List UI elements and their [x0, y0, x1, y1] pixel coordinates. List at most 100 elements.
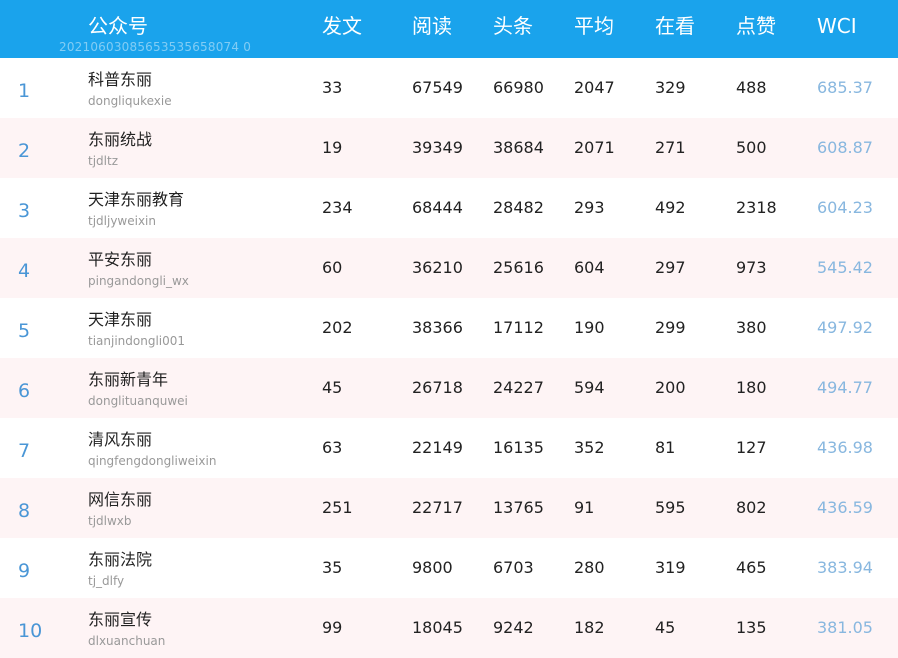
likes-cell: 2318: [736, 198, 777, 217]
reads-cell: 26718: [412, 378, 463, 397]
rank-cell: 8: [18, 500, 31, 522]
table-body: 1 科普东丽 dongliqukexie 33 67549 66980 2047…: [0, 58, 898, 658]
account-name: 平安东丽: [88, 250, 153, 269]
reads-cell: 36210: [412, 258, 463, 277]
reads-cell: 67549: [412, 78, 463, 97]
posts-cell: 63: [322, 438, 343, 457]
avg-cell: 2047: [574, 78, 615, 97]
account-id: donglituanquwei: [88, 394, 188, 408]
posts-cell: 19: [322, 138, 343, 157]
likes-cell: 135: [736, 618, 767, 637]
reads-cell: 22149: [412, 438, 463, 457]
avg-cell: 91: [574, 498, 595, 517]
watching-cell: 329: [655, 78, 686, 97]
header-likes: 点赞: [736, 14, 776, 38]
header-reads: 阅读: [412, 14, 452, 38]
account-name: 东丽法院: [88, 550, 153, 569]
top-cell: 66980: [493, 78, 544, 97]
avg-cell: 293: [574, 198, 605, 217]
top-cell: 16135: [493, 438, 544, 457]
header-watching: 在看: [655, 14, 695, 38]
avg-cell: 2071: [574, 138, 615, 157]
top-cell: 13765: [493, 498, 544, 517]
top-cell: 17112: [493, 318, 544, 337]
wci-cell: 497.92: [817, 318, 873, 337]
watching-cell: 299: [655, 318, 686, 337]
rank-cell: 3: [18, 200, 31, 222]
account-name: 天津东丽教育: [88, 190, 185, 209]
watching-cell: 45: [655, 618, 676, 637]
table-row: 10 东丽宣传 dlxuanchuan 99 18045 9242 182 45…: [0, 598, 898, 658]
watching-cell: 81: [655, 438, 676, 457]
likes-cell: 465: [736, 558, 767, 577]
account-id: qingfengdongliweixin: [88, 454, 217, 468]
account-name: 清风东丽: [88, 430, 153, 449]
rank-cell: 7: [18, 440, 31, 462]
posts-cell: 251: [322, 498, 353, 517]
wci-cell: 545.42: [817, 258, 873, 277]
wci-cell: 381.05: [817, 618, 873, 637]
account-id: tianjindongli001: [88, 334, 186, 348]
table-header: 公众号 发文 阅读 头条 平均 在看 点赞 WCI 20210603085653…: [0, 0, 898, 58]
posts-cell: 45: [322, 378, 343, 397]
watermark-text: 20210603085653535658074 0: [59, 40, 252, 54]
table-row: 6 东丽新青年 donglituanquwei 45 26718 24227 5…: [0, 358, 898, 418]
posts-cell: 234: [322, 198, 353, 217]
rank-cell: 2: [18, 140, 31, 162]
likes-cell: 500: [736, 138, 767, 157]
likes-cell: 973: [736, 258, 767, 277]
avg-cell: 594: [574, 378, 605, 397]
top-cell: 24227: [493, 378, 544, 397]
account-name: 东丽新青年: [88, 370, 169, 389]
account-name: 天津东丽: [88, 310, 153, 329]
table-row: 4 平安东丽 pingandongli_wx 60 36210 25616 60…: [0, 238, 898, 298]
top-cell: 25616: [493, 258, 544, 277]
top-cell: 28482: [493, 198, 544, 217]
top-cell: 9242: [493, 618, 534, 637]
watching-cell: 200: [655, 378, 686, 397]
ranking-table: 公众号 发文 阅读 头条 平均 在看 点赞 WCI 20210603085653…: [0, 0, 898, 658]
header-top: 头条: [493, 14, 533, 38]
top-cell: 38684: [493, 138, 544, 157]
wci-cell: 608.87: [817, 138, 873, 157]
reads-cell: 22717: [412, 498, 463, 517]
avg-cell: 280: [574, 558, 605, 577]
table-row: 5 天津东丽 tianjindongli001 202 38366 17112 …: [0, 298, 898, 358]
reads-cell: 39349: [412, 138, 463, 157]
avg-cell: 190: [574, 318, 605, 337]
likes-cell: 488: [736, 78, 767, 97]
rank-cell: 6: [18, 380, 31, 402]
rank-cell: 10: [18, 620, 43, 642]
likes-cell: 802: [736, 498, 767, 517]
table-row: 7 清风东丽 qingfengdongliweixin 63 22149 161…: [0, 418, 898, 478]
watching-cell: 319: [655, 558, 686, 577]
rank-cell: 4: [18, 260, 31, 282]
likes-cell: 127: [736, 438, 767, 457]
header-account: 公众号: [88, 14, 148, 38]
header-wci: WCI: [817, 14, 857, 38]
account-id: tjdltz: [88, 154, 118, 168]
rank-cell: 9: [18, 560, 31, 582]
reads-cell: 18045: [412, 618, 463, 637]
posts-cell: 202: [322, 318, 353, 337]
header-posts: 发文: [322, 14, 362, 38]
avg-cell: 352: [574, 438, 605, 457]
likes-cell: 180: [736, 378, 767, 397]
table-row: 1 科普东丽 dongliqukexie 33 67549 66980 2047…: [0, 58, 898, 118]
account-name: 网信东丽: [88, 490, 153, 509]
account-id: pingandongli_wx: [88, 274, 189, 288]
account-id: tjdljyweixin: [88, 214, 156, 228]
account-id: dongliqukexie: [88, 94, 172, 108]
header-avg: 平均: [574, 14, 614, 38]
account-name: 东丽统战: [88, 130, 153, 149]
avg-cell: 182: [574, 618, 605, 637]
rank-cell: 5: [18, 320, 31, 342]
reads-cell: 9800: [412, 558, 453, 577]
posts-cell: 33: [322, 78, 343, 97]
table-row: 2 东丽统战 tjdltz 19 39349 38684 2071 271 50…: [0, 118, 898, 178]
table-row: 3 天津东丽教育 tjdljyweixin 234 68444 28482 29…: [0, 178, 898, 238]
top-cell: 6703: [493, 558, 534, 577]
watching-cell: 271: [655, 138, 686, 157]
table-row: 8 网信东丽 tjdlwxb 251 22717 13765 91 595 80…: [0, 478, 898, 538]
account-name: 东丽宣传: [88, 610, 153, 629]
